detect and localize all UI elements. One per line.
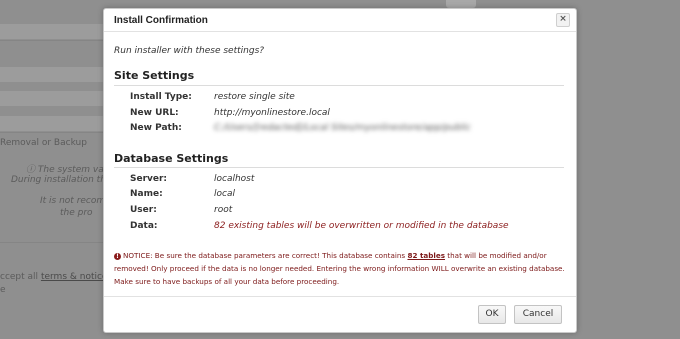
background-hint: the pro xyxy=(60,208,93,218)
database-settings-heading: Database Settings xyxy=(114,152,229,165)
new-url-value: http://myonlinestore.local xyxy=(214,108,330,118)
close-icon: × xyxy=(559,14,567,24)
dialog-prompt: Run installer with these settings? xyxy=(114,46,265,56)
server-label: Server: xyxy=(130,174,168,184)
background-section-label: Removal or Backup xyxy=(0,138,87,148)
warning-icon: ! xyxy=(114,253,121,260)
server-value: localhost xyxy=(214,174,255,184)
background-divider xyxy=(0,40,103,41)
install-type-value: restore single site xyxy=(214,92,295,102)
notice-tables-link[interactable]: 82 tables xyxy=(407,251,445,260)
background-hint: During installation the xyxy=(11,175,112,185)
dialog-footer: OK Cancel xyxy=(104,296,576,333)
background-field xyxy=(0,116,103,131)
background-toggle xyxy=(446,0,476,8)
cancel-button[interactable]: Cancel xyxy=(514,305,562,324)
background-hint: ⓘ The system vali xyxy=(26,165,109,175)
background-accept-text: ccept all terms & notice xyxy=(0,272,107,282)
background-field xyxy=(0,67,103,82)
db-user-label: User: xyxy=(130,205,157,215)
install-confirmation-dialog: Install Confirmation × Run installer wit… xyxy=(103,8,577,333)
new-path-value: C:/Users/[redacted]/Local Sites/myonline… xyxy=(214,123,471,133)
db-name-value: local xyxy=(214,189,235,199)
dialog-title: Install Confirmation xyxy=(114,15,208,26)
db-data-value: 82 existing tables will be overwritten o… xyxy=(214,221,509,231)
background-divider xyxy=(0,132,103,133)
db-user-value: root xyxy=(214,205,233,215)
dialog-titlebar: Install Confirmation × xyxy=(104,9,576,32)
background-field xyxy=(0,91,103,106)
background-field xyxy=(0,24,103,39)
db-name-label: Name: xyxy=(130,189,163,199)
new-url-label: New URL: xyxy=(130,108,179,118)
background-hint-text: The system vali xyxy=(37,165,109,175)
db-data-label: Data: xyxy=(130,221,158,231)
database-settings-divider xyxy=(114,167,564,168)
install-type-label: Install Type: xyxy=(130,92,192,102)
site-settings-heading: Site Settings xyxy=(114,69,195,82)
ok-button[interactable]: OK xyxy=(478,305,506,324)
background-stub: e xyxy=(0,285,6,295)
new-path-label: New Path: xyxy=(130,123,182,133)
close-button[interactable]: × xyxy=(556,13,570,27)
background-divider xyxy=(0,242,103,243)
notice-text: NOTICE: Be sure the database parameters … xyxy=(123,251,408,260)
database-notice: ! NOTICE: Be sure the database parameters… xyxy=(114,249,566,288)
background-accept-prefix: ccept all xyxy=(0,272,39,282)
background-terms-link: terms & notice xyxy=(40,272,108,282)
site-settings-divider xyxy=(114,85,564,86)
